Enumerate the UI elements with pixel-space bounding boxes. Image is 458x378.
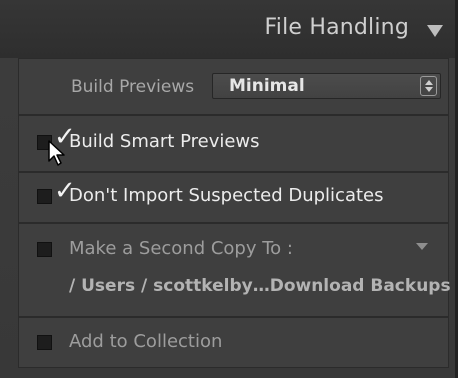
collection-checkbox[interactable] — [37, 335, 52, 350]
duplicates-label[interactable]: Don't Import Suspected Duplicates — [69, 185, 384, 206]
second-copy-path: / Users / scottkelby…Download Backups — [69, 276, 451, 296]
second-copy-label[interactable]: Make a Second Copy To : — [69, 238, 293, 259]
collection-row: Add to Collection — [18, 317, 449, 368]
panel-title: File Handling — [264, 15, 409, 40]
file-handling-panel: File Handling Build Previews Minimal ✓ B… — [0, 0, 458, 378]
collection-label[interactable]: Add to Collection — [69, 331, 222, 352]
triangle-down-icon[interactable] — [427, 25, 443, 37]
duplicates-row: ✓ Don't Import Suspected Duplicates — [18, 172, 449, 223]
updown-arrows-icon — [420, 76, 437, 96]
build-previews-row: Build Previews Minimal — [18, 58, 449, 115]
smart-previews-label[interactable]: Build Smart Previews — [69, 131, 260, 152]
second-copy-row: Make a Second Copy To : / Users / scottk… — [18, 223, 451, 317]
panel-header[interactable]: File Handling — [0, 0, 455, 58]
build-previews-label: Build Previews — [71, 77, 195, 97]
duplicates-checkbox[interactable]: ✓ — [37, 178, 76, 204]
dropdown-triangle-icon[interactable] — [416, 243, 428, 250]
smart-previews-row: ✓ Build Smart Previews — [18, 115, 449, 172]
second-copy-checkbox[interactable] — [37, 242, 52, 257]
mouse-pointer-icon — [48, 140, 65, 166]
build-previews-value: Minimal — [229, 76, 305, 96]
build-previews-select[interactable]: Minimal — [212, 73, 441, 99]
